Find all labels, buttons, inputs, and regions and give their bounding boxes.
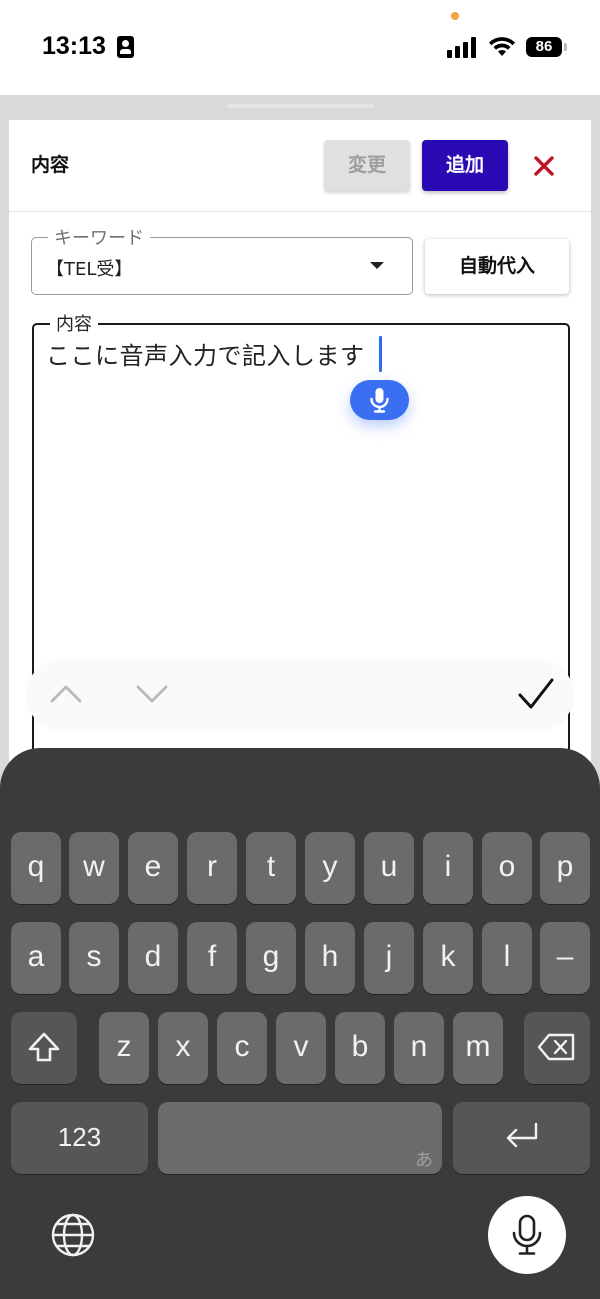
- key-l[interactable]: l: [482, 922, 532, 994]
- key-i[interactable]: i: [423, 832, 473, 904]
- space-key[interactable]: [158, 1102, 442, 1174]
- content-label: 内容: [50, 310, 98, 336]
- key-e[interactable]: e: [128, 832, 178, 904]
- auto-assign-button[interactable]: 自動代入: [425, 239, 569, 294]
- chevron-up-icon[interactable]: [48, 676, 84, 712]
- sheet-title: 内容: [31, 154, 70, 176]
- battery-level: 86: [526, 37, 562, 57]
- key-x[interactable]: x: [158, 1012, 208, 1084]
- dropdown-arrow-icon[interactable]: [370, 262, 384, 269]
- numbers-key[interactable]: 123: [11, 1102, 148, 1174]
- change-button[interactable]: 変更: [324, 140, 410, 191]
- key-p[interactable]: p: [540, 832, 590, 904]
- dictation-indicator[interactable]: [350, 380, 409, 420]
- key-n[interactable]: n: [394, 1012, 444, 1084]
- globe-icon[interactable]: [50, 1212, 96, 1258]
- key-j[interactable]: j: [364, 922, 414, 994]
- microphone-icon: [370, 388, 389, 413]
- status-time: 13:13: [42, 32, 106, 60]
- key-o[interactable]: o: [482, 832, 532, 904]
- key-c[interactable]: c: [217, 1012, 267, 1084]
- keyword-value: 【TEL受】: [46, 259, 133, 280]
- key-long-dash[interactable]: –: [540, 922, 590, 994]
- dictation-mic-button[interactable]: [488, 1196, 566, 1274]
- key-t[interactable]: t: [246, 832, 296, 904]
- key-r[interactable]: r: [187, 832, 237, 904]
- key-k[interactable]: k: [423, 922, 473, 994]
- battery-tip: [564, 43, 567, 51]
- key-h[interactable]: h: [305, 922, 355, 994]
- space-key-sublabel: あ: [415, 1150, 433, 1171]
- key-a[interactable]: a: [11, 922, 61, 994]
- key-q[interactable]: q: [11, 832, 61, 904]
- close-button[interactable]: [528, 150, 560, 182]
- contact-card-icon: [117, 36, 134, 58]
- key-b[interactable]: b: [335, 1012, 385, 1084]
- wifi-icon: [489, 37, 515, 56]
- microphone-icon: [512, 1214, 542, 1255]
- shift-icon: [28, 1032, 60, 1062]
- checkmark-icon[interactable]: [516, 674, 556, 714]
- key-f[interactable]: f: [187, 922, 237, 994]
- key-m[interactable]: m: [453, 1012, 503, 1084]
- key-u[interactable]: u: [364, 832, 414, 904]
- keyword-label: キーワード: [48, 224, 150, 250]
- key-d[interactable]: d: [128, 922, 178, 994]
- header-divider: [9, 211, 591, 212]
- text-cursor: [379, 336, 382, 372]
- return-icon: [506, 1122, 537, 1148]
- key-g[interactable]: g: [246, 922, 296, 994]
- key-v[interactable]: v: [276, 1012, 326, 1084]
- chevron-down-icon[interactable]: [134, 676, 170, 712]
- input-accessory-bar: [26, 660, 574, 730]
- status-bar: 13:13 86: [0, 0, 600, 95]
- backspace-icon: [537, 1033, 575, 1061]
- cellular-signal-icon: [447, 36, 479, 58]
- key-s[interactable]: s: [69, 922, 119, 994]
- return-key[interactable]: [453, 1102, 590, 1174]
- delete-key[interactable]: [524, 1012, 590, 1084]
- key-w[interactable]: w: [69, 832, 119, 904]
- close-icon: [534, 156, 554, 176]
- privacy-indicator-dot: [451, 12, 459, 20]
- key-y[interactable]: y: [305, 832, 355, 904]
- key-z[interactable]: z: [99, 1012, 149, 1084]
- content-text[interactable]: ここに音声入力で記入します: [46, 336, 365, 371]
- add-button[interactable]: 追加: [422, 140, 508, 191]
- sheet-grabber[interactable]: [228, 104, 374, 108]
- shift-key[interactable]: [11, 1012, 77, 1084]
